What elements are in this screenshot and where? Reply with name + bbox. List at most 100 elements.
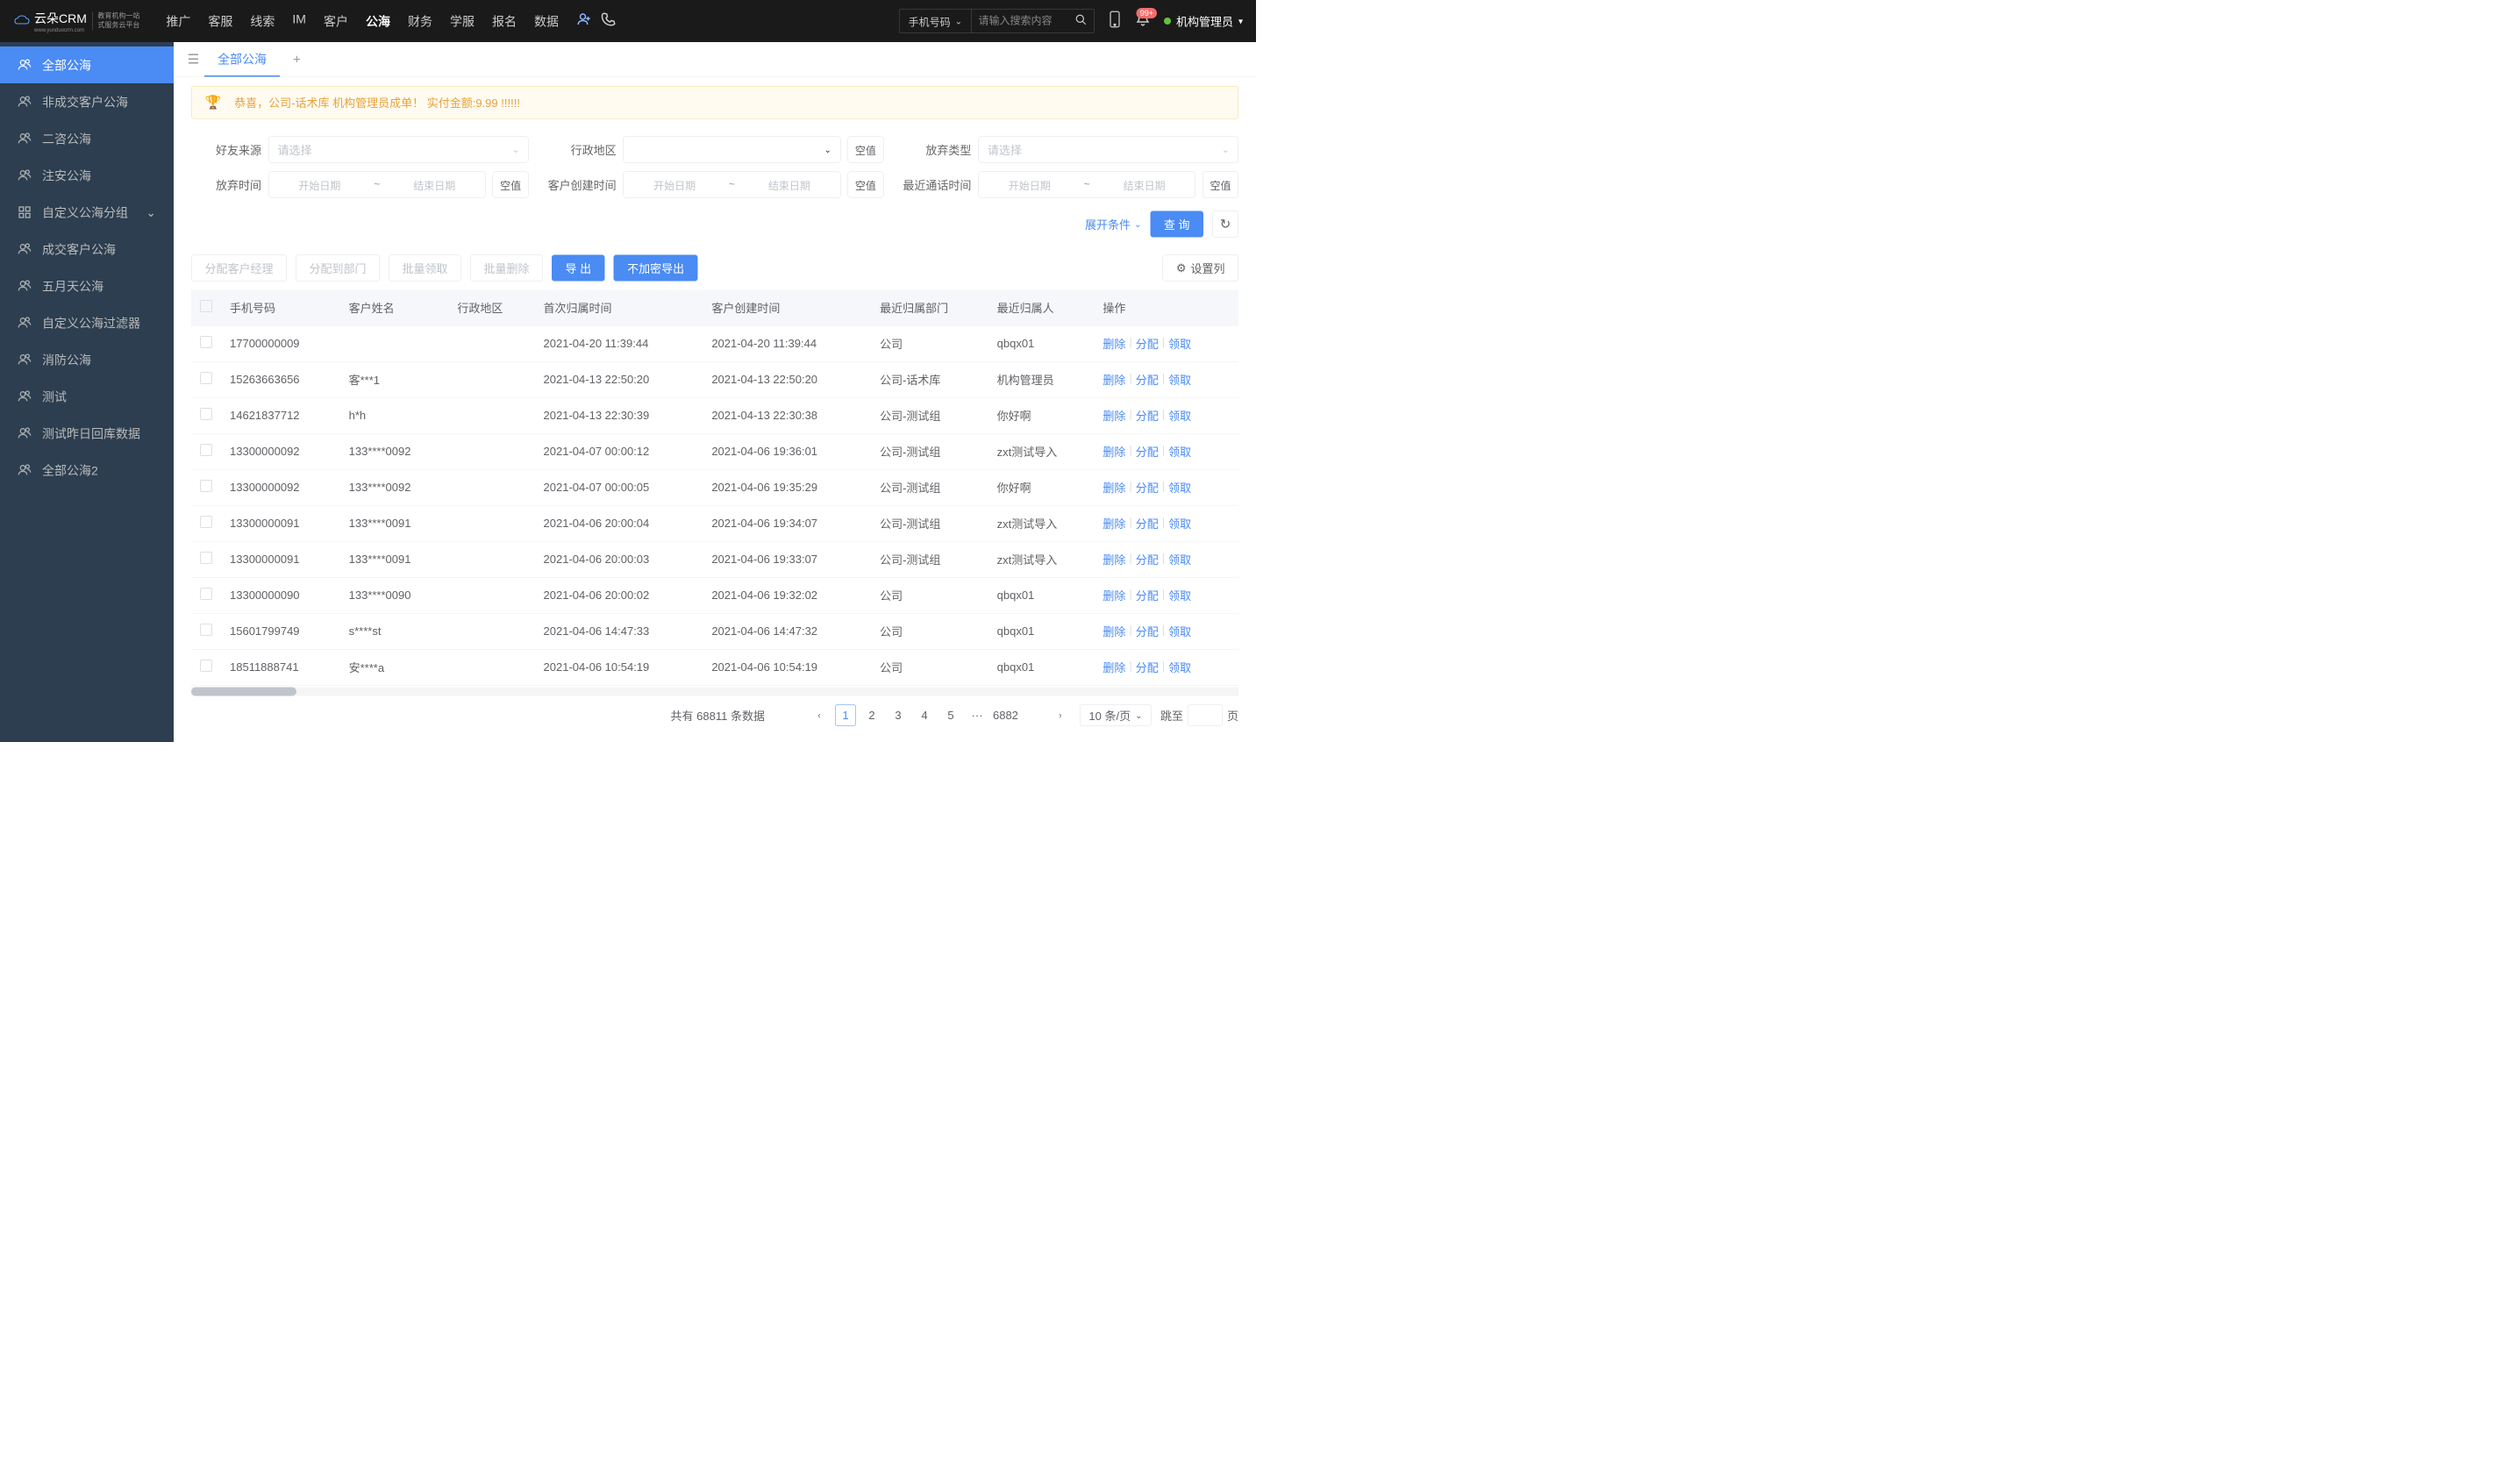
filter-abandon-time-empty-button[interactable]: 空值 (493, 172, 529, 198)
delete-link[interactable]: 删除 (1103, 480, 1125, 496)
claim-link[interactable]: 领取 (1168, 480, 1191, 496)
assign-link[interactable]: 分配 (1136, 552, 1159, 568)
filter-abandon-time-range[interactable]: 开始日期~结束日期 (268, 172, 486, 198)
nav-item[interactable]: 公海 (366, 12, 390, 30)
row-checkbox[interactable] (200, 588, 212, 600)
assign-manager-button[interactable]: 分配客户经理 (191, 255, 287, 282)
search-icon[interactable] (1067, 13, 1094, 29)
query-button[interactable]: 查 询 (1150, 211, 1203, 238)
mobile-icon[interactable] (1108, 11, 1122, 32)
refresh-icon[interactable]: ↻ (1212, 211, 1238, 238)
search-type-select[interactable]: 手机号码⌄ (900, 10, 972, 33)
delete-link[interactable]: 删除 (1103, 624, 1125, 640)
assign-link[interactable]: 分配 (1136, 588, 1159, 604)
row-checkbox[interactable] (200, 408, 212, 420)
assign-link[interactable]: 分配 (1136, 444, 1159, 460)
sidebar-item[interactable]: 测试 (0, 378, 174, 415)
assign-link[interactable]: 分配 (1136, 660, 1159, 676)
page-number[interactable]: 1 (835, 705, 856, 726)
page-jump-input[interactable] (1188, 705, 1223, 726)
row-checkbox[interactable] (200, 372, 212, 384)
page-number[interactable]: 4 (914, 705, 935, 726)
search-input[interactable] (971, 10, 1067, 33)
sidebar-item[interactable]: 注安公海 (0, 157, 174, 194)
sidebar-item[interactable]: 全部公海 (0, 46, 174, 83)
page-number[interactable]: 6882 (993, 705, 1018, 726)
sidebar-item[interactable]: 成交客户公海 (0, 231, 174, 268)
select-all-checkbox[interactable] (200, 300, 212, 312)
filter-region-empty-button[interactable]: 空值 (847, 137, 883, 163)
delete-link[interactable]: 删除 (1103, 408, 1125, 425)
page-number[interactable]: 3 (888, 705, 909, 726)
nav-item[interactable]: IM (292, 12, 306, 30)
row-checkbox[interactable] (200, 624, 212, 636)
claim-link[interactable]: 领取 (1168, 588, 1191, 604)
page-number[interactable]: 5 (940, 705, 961, 726)
delete-link[interactable]: 删除 (1103, 336, 1125, 353)
batch-delete-button[interactable]: 批量删除 (470, 255, 543, 282)
delete-link[interactable]: 删除 (1103, 552, 1125, 568)
assign-dept-button[interactable]: 分配到部门 (296, 255, 380, 282)
row-checkbox[interactable] (200, 660, 212, 672)
claim-link[interactable]: 领取 (1168, 372, 1191, 389)
delete-link[interactable]: 删除 (1103, 372, 1125, 389)
row-checkbox[interactable] (200, 336, 212, 348)
next-page-button[interactable]: › (1050, 705, 1071, 726)
filter-create-time-empty-button[interactable]: 空值 (847, 172, 883, 198)
add-tab-icon[interactable]: + (280, 52, 314, 67)
nav-item[interactable]: 推广 (166, 12, 190, 30)
page-number[interactable]: 2 (861, 705, 882, 726)
sidebar-item[interactable]: 二咨公海 (0, 120, 174, 157)
export-button[interactable]: 导 出 (552, 255, 605, 282)
filter-abandon-type-select[interactable]: 请选择⌄ (978, 137, 1238, 163)
assign-link[interactable]: 分配 (1136, 372, 1159, 389)
assign-link[interactable]: 分配 (1136, 624, 1159, 640)
delete-link[interactable]: 删除 (1103, 588, 1125, 604)
claim-link[interactable]: 领取 (1168, 336, 1191, 353)
row-checkbox[interactable] (200, 552, 212, 564)
row-checkbox[interactable] (200, 444, 212, 456)
columns-button[interactable]: ⚙设置列 (1162, 255, 1238, 282)
page-ellipsis[interactable]: ··· (967, 705, 988, 726)
batch-claim-button[interactable]: 批量领取 (389, 255, 461, 282)
expand-filters-link[interactable]: 展开条件⌄ (1085, 216, 1141, 232)
delete-link[interactable]: 删除 (1103, 660, 1125, 676)
tab-collapse-icon[interactable]: ☰ (182, 52, 204, 68)
nav-item[interactable]: 财务 (408, 12, 432, 30)
sidebar-item[interactable]: 自定义公海过滤器 (0, 304, 174, 341)
phone-icon[interactable] (601, 11, 617, 32)
assign-link[interactable]: 分配 (1136, 480, 1159, 496)
prev-page-button[interactable]: ‹ (809, 705, 830, 726)
sidebar-item[interactable]: 非成交客户公海 (0, 83, 174, 120)
row-checkbox[interactable] (200, 516, 212, 528)
nav-item[interactable]: 报名 (492, 12, 517, 30)
filter-create-time-range[interactable]: 开始日期~结束日期 (624, 172, 841, 198)
page-size-select[interactable]: 10 条/页⌄ (1080, 705, 1152, 726)
assign-link[interactable]: 分配 (1136, 408, 1159, 425)
assign-link[interactable]: 分配 (1136, 516, 1159, 532)
claim-link[interactable]: 领取 (1168, 624, 1191, 640)
delete-link[interactable]: 删除 (1103, 444, 1125, 460)
filter-region-select[interactable]: ⌄ (624, 137, 841, 163)
claim-link[interactable]: 领取 (1168, 552, 1191, 568)
delete-link[interactable]: 删除 (1103, 516, 1125, 532)
assign-link[interactable]: 分配 (1136, 336, 1159, 353)
sidebar-item[interactable]: 五月天公海 (0, 268, 174, 304)
add-user-icon[interactable] (576, 11, 592, 32)
export-plain-button[interactable]: 不加密导出 (614, 255, 698, 282)
sidebar-item[interactable]: 消防公海 (0, 341, 174, 378)
claim-link[interactable]: 领取 (1168, 408, 1191, 425)
claim-link[interactable]: 领取 (1168, 444, 1191, 460)
row-checkbox[interactable] (200, 480, 212, 492)
filter-last-call-range[interactable]: 开始日期~结束日期 (978, 172, 1195, 198)
horizontal-scrollbar[interactable] (191, 688, 1238, 696)
filter-source-select[interactable]: 请选择⌄ (268, 137, 529, 163)
nav-item[interactable]: 线索 (250, 12, 275, 30)
filter-last-call-empty-button[interactable]: 空值 (1202, 172, 1238, 198)
sidebar-item[interactable]: 自定义公海分组⌄ (0, 194, 174, 231)
claim-link[interactable]: 领取 (1168, 660, 1191, 676)
sidebar-item[interactable]: 测试昨日回库数据 (0, 415, 174, 452)
claim-link[interactable]: 领取 (1168, 516, 1191, 532)
sidebar-item[interactable]: 全部公海2 (0, 452, 174, 489)
nav-item[interactable]: 数据 (534, 12, 559, 30)
